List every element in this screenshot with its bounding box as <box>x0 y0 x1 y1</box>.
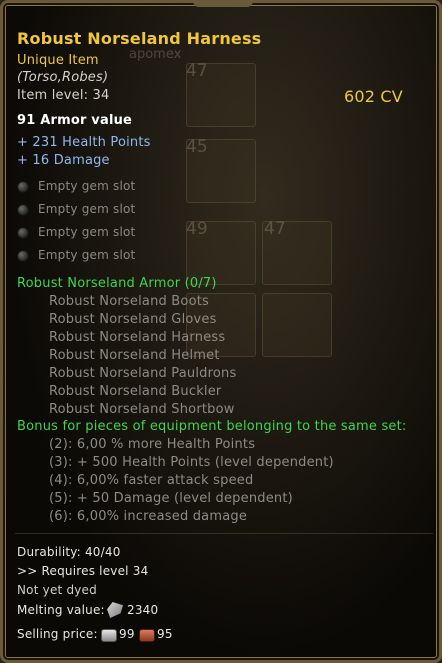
silver-coin-icon <box>101 629 117 642</box>
set-piece: Robust Norseland Gloves <box>49 312 217 327</box>
melting-label: Melting value: <box>17 603 105 617</box>
set-bonus: (2): 6,00 % more Health Points <box>49 437 256 452</box>
level-requirement: >> Requires level 34 <box>17 564 149 578</box>
gem-slot-label: Empty gem slot <box>38 179 136 193</box>
set-piece: Robust Norseland Helmet <box>49 348 220 363</box>
set-bonus-header: Bonus for pieces of equipment belonging … <box>17 419 407 434</box>
footer-divider <box>15 533 433 534</box>
set-bonus: (6): 6,00% increased damage <box>49 509 248 524</box>
gem-slot-icon <box>17 204 29 216</box>
item-name: Robust Norseland Harness <box>17 29 262 48</box>
item-bonus-damage: + 16 Damage <box>17 153 110 168</box>
item-tooltip-frame: 47 45 49 47 apomex Robust Norseland Harn… <box>0 0 442 663</box>
gem-slot-icon <box>17 227 29 239</box>
selling-copper: 95 <box>157 627 173 641</box>
item-level: Item level: 34 <box>17 88 110 103</box>
gem-slot-label: Empty gem slot <box>38 225 136 239</box>
melting-material-icon <box>107 602 123 618</box>
gem-slot-label: Empty gem slot <box>38 248 136 262</box>
durability: Durability: 40/40 <box>17 545 121 559</box>
set-piece: Robust Norseland Harness <box>49 330 226 345</box>
set-piece: Robust Norseland Shortbow <box>49 402 235 417</box>
tooltip-content: Robust Norseland Harness Unique Item (To… <box>3 3 439 660</box>
dye-status: Not yet dyed <box>17 583 97 597</box>
copper-coin-icon <box>139 629 155 642</box>
set-piece: Robust Norseland Boots <box>49 294 209 309</box>
gem-slot-label: Empty gem slot <box>38 202 136 216</box>
item-bonus-health: + 231 Health Points <box>17 135 151 150</box>
combat-value: 602 CV <box>344 87 403 106</box>
gem-slot-icon <box>17 181 29 193</box>
selling-silver: 99 <box>119 627 135 641</box>
set-name: Robust Norseland Armor (0/7) <box>17 276 217 291</box>
set-piece: Robust Norseland Buckler <box>49 384 222 399</box>
armor-value: 91 Armor value <box>17 113 133 128</box>
set-bonus: (4): 6,00% faster attack speed <box>49 473 254 488</box>
gem-slot-icon <box>17 250 29 262</box>
selling-label: Selling price: <box>17 627 98 641</box>
set-bonus: (5): + 50 Damage (level dependent) <box>49 491 293 506</box>
item-type: (Torso,Robes) <box>17 70 109 85</box>
melting-value: 2340 <box>127 603 159 617</box>
set-piece: Robust Norseland Pauldrons <box>49 366 237 381</box>
item-rarity: Unique Item <box>17 53 99 68</box>
set-bonus: (3): + 500 Health Points (level dependen… <box>49 455 334 470</box>
